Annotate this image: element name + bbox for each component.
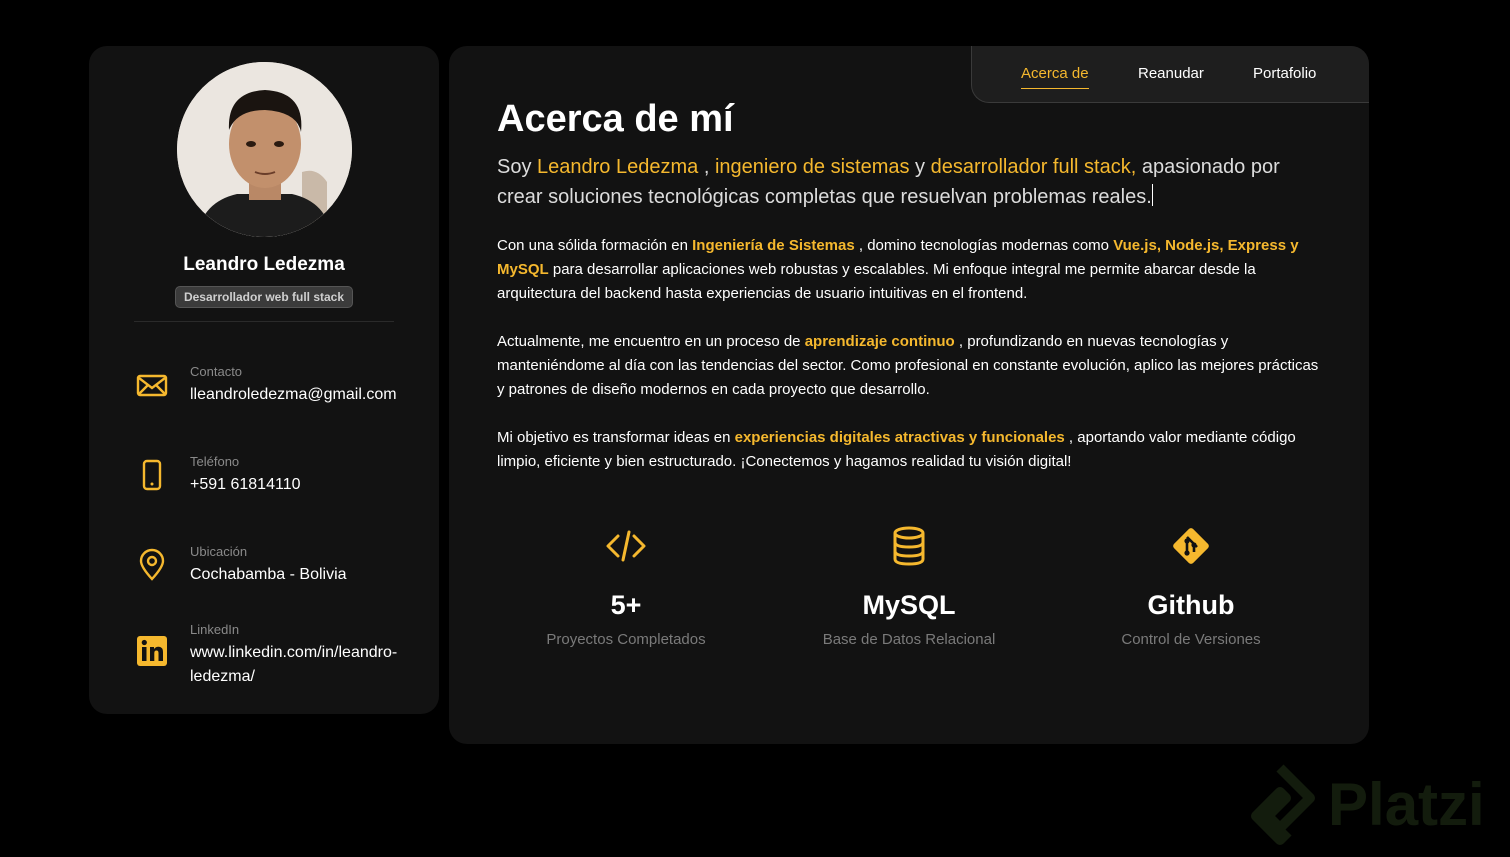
page-title: Acerca de mí: [497, 98, 734, 140]
about-paragraph-3: Mi objetivo es transformar ideas en expe…: [497, 429, 1296, 470]
intro-text: Soy Leandro Ledezma , ingeniero de siste…: [497, 156, 1280, 208]
location-pin-icon: [135, 548, 169, 582]
stat-projects: 5+ Proyectos Completados: [496, 524, 756, 648]
role-badge: Desarrollador web full stack: [174, 286, 354, 308]
about-paragraph-2: Actualmente, me encuentro en un proceso …: [497, 333, 1319, 398]
avatar: [177, 62, 352, 237]
git-icon: [1061, 524, 1321, 568]
location-label: Ubicación: [190, 544, 248, 559]
stat-label: Base de Datos Relacional: [822, 631, 996, 648]
linkedin-label: LinkedIn: [190, 622, 240, 637]
tab-portafolio[interactable]: Portafolio: [1253, 65, 1316, 82]
watermark-text: Platzi: [1328, 771, 1485, 838]
email-value[interactable]: lleandroledezma@gmail.com: [190, 383, 420, 407]
top-navigation: Acerca de Reanudar Portafolio: [971, 46, 1369, 103]
linkedin-link[interactable]: www.linkedin.com/in/leandro-ledezma/: [190, 641, 420, 689]
platzi-logo-icon: [1251, 764, 1315, 845]
location-value: Cochabamba - Bolivia: [190, 566, 347, 583]
phone-icon: [135, 458, 169, 492]
profile-sidebar: Leandro Ledezma Desarrollador web full s…: [89, 46, 439, 714]
about-paragraph-1: Con una sólida formación en Ingeniería d…: [497, 237, 1299, 302]
tab-reanudar[interactable]: Reanudar: [1138, 65, 1204, 82]
profile-name: Leandro Ledezma: [183, 254, 345, 275]
stat-label: Control de Versiones: [1121, 631, 1261, 648]
stat-value: 5+: [610, 590, 642, 620]
stat-github: Github Control de Versiones: [1061, 524, 1321, 648]
mail-icon: [135, 368, 169, 402]
stat-value: MySQL: [862, 590, 956, 620]
code-icon: [496, 524, 756, 568]
phone-label: Teléfono: [190, 454, 240, 469]
sidebar-divider: [134, 321, 394, 322]
phone-value[interactable]: +591 61814110: [190, 473, 420, 497]
about-panel: Acerca de Reanudar Portafolio Acerca de …: [449, 46, 1369, 744]
contact-label: Contacto: [190, 364, 243, 379]
tab-acerca-de[interactable]: Acerca de: [1021, 65, 1089, 89]
stat-value: Github: [1147, 590, 1235, 620]
linkedin-icon: [135, 634, 169, 668]
database-icon: [779, 524, 1039, 568]
stat-database: MySQL Base de Datos Relacional: [779, 524, 1039, 648]
platzi-watermark: Platzi: [1240, 762, 1500, 852]
stat-label: Proyectos Completados: [546, 631, 706, 648]
typing-cursor: [1151, 184, 1153, 206]
